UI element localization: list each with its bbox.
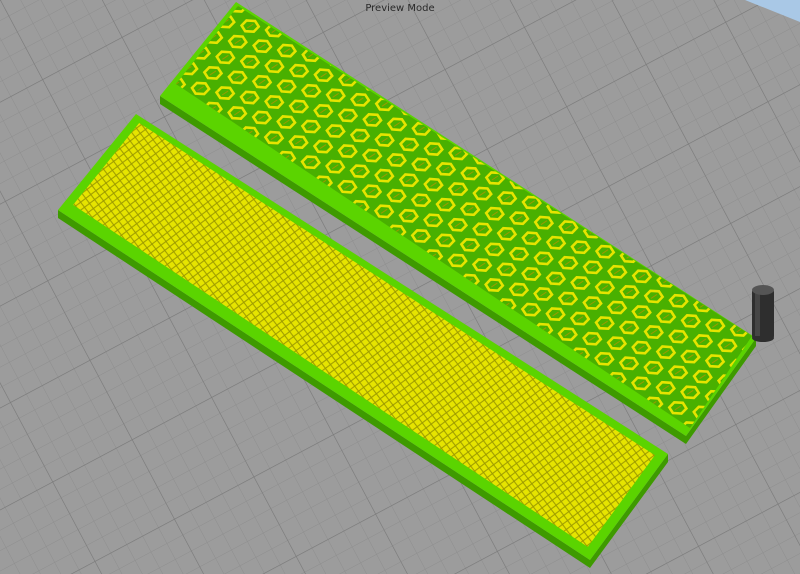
nozzle-icon <box>752 285 774 342</box>
3d-viewport[interactable] <box>0 0 800 574</box>
